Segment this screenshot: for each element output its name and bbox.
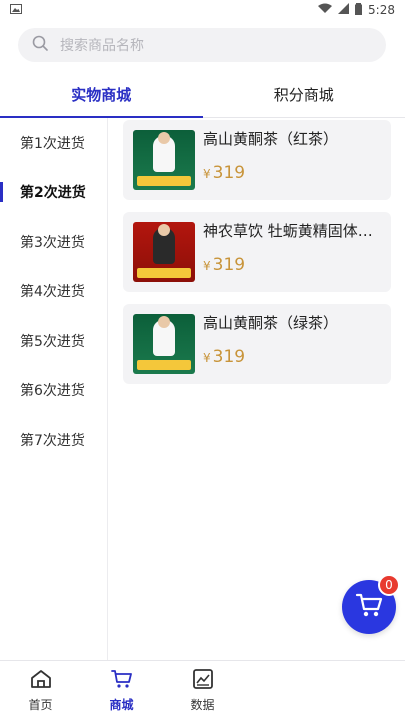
cart-icon bbox=[355, 592, 383, 622]
sidebar-item-batch-7[interactable]: 第7次进货 bbox=[0, 415, 107, 465]
product-image bbox=[133, 222, 195, 282]
nav-home-label: 首页 bbox=[28, 697, 53, 712]
product-card[interactable]: 高山黄酮茶（绿茶） ¥319 bbox=[123, 304, 391, 384]
search-bar[interactable]: 搜索商品名称 bbox=[18, 28, 386, 62]
sidebar-item-batch-1[interactable]: 第1次进货 bbox=[0, 118, 107, 168]
product-image bbox=[133, 130, 195, 190]
nav-home[interactable]: 首页 bbox=[0, 661, 81, 720]
product-price: ¥319 bbox=[203, 347, 246, 367]
category-sidebar: 第1次进货 第2次进货 第3次进货 第4次进货 第5次进货 第6次进货 第7次进… bbox=[0, 118, 108, 660]
product-image bbox=[133, 314, 195, 374]
search-input[interactable]: 搜索商品名称 bbox=[60, 35, 144, 55]
search-icon bbox=[32, 35, 48, 55]
notification-icon bbox=[10, 3, 22, 17]
nav-mall-label: 商城 bbox=[109, 697, 134, 712]
status-bar: 5:28 bbox=[0, 0, 405, 20]
product-name: 神农草饮 牡蛎黄精固体饮... bbox=[203, 222, 388, 240]
sidebar-item-batch-2[interactable]: 第2次进货 bbox=[0, 168, 107, 218]
tab-points-mall[interactable]: 积分商城 bbox=[203, 72, 405, 117]
nav-data-label: 数据 bbox=[190, 697, 215, 712]
product-name: 高山黄酮茶（红茶） bbox=[203, 130, 339, 148]
product-card[interactable]: 神农草饮 牡蛎黄精固体饮... ¥319 bbox=[123, 212, 391, 292]
shopping-cart-icon bbox=[110, 669, 133, 692]
nav-data[interactable]: 数据 bbox=[162, 661, 243, 720]
product-name: 高山黄酮茶（绿茶） bbox=[203, 314, 339, 332]
mall-tabs: 实物商城 积分商城 bbox=[0, 72, 405, 118]
product-price: ¥319 bbox=[203, 255, 246, 275]
product-price: ¥319 bbox=[203, 163, 246, 183]
sidebar-item-batch-4[interactable]: 第4次进货 bbox=[0, 267, 107, 317]
battery-icon bbox=[355, 2, 363, 18]
sidebar-item-batch-3[interactable]: 第3次进货 bbox=[0, 217, 107, 267]
signal-icon bbox=[338, 3, 350, 17]
status-time: 5:28 bbox=[368, 3, 395, 17]
chart-icon bbox=[192, 668, 213, 692]
home-icon bbox=[30, 669, 52, 692]
product-card[interactable]: 高山黄酮茶（红茶） ¥319 bbox=[123, 120, 391, 200]
wifi-icon bbox=[318, 3, 333, 17]
cart-count-badge: 0 bbox=[378, 574, 400, 596]
sidebar-item-batch-6[interactable]: 第6次进货 bbox=[0, 366, 107, 416]
tab-physical-mall[interactable]: 实物商城 bbox=[0, 72, 203, 118]
product-list: 高山黄酮茶（红茶） ¥319 神农草饮 牡蛎黄精固体饮... ¥319 高山黄酮… bbox=[108, 118, 405, 660]
sidebar-item-batch-5[interactable]: 第5次进货 bbox=[0, 316, 107, 366]
bottom-navigation: 首页 商城 数据 bbox=[0, 660, 405, 720]
nav-mall[interactable]: 商城 bbox=[81, 661, 162, 720]
